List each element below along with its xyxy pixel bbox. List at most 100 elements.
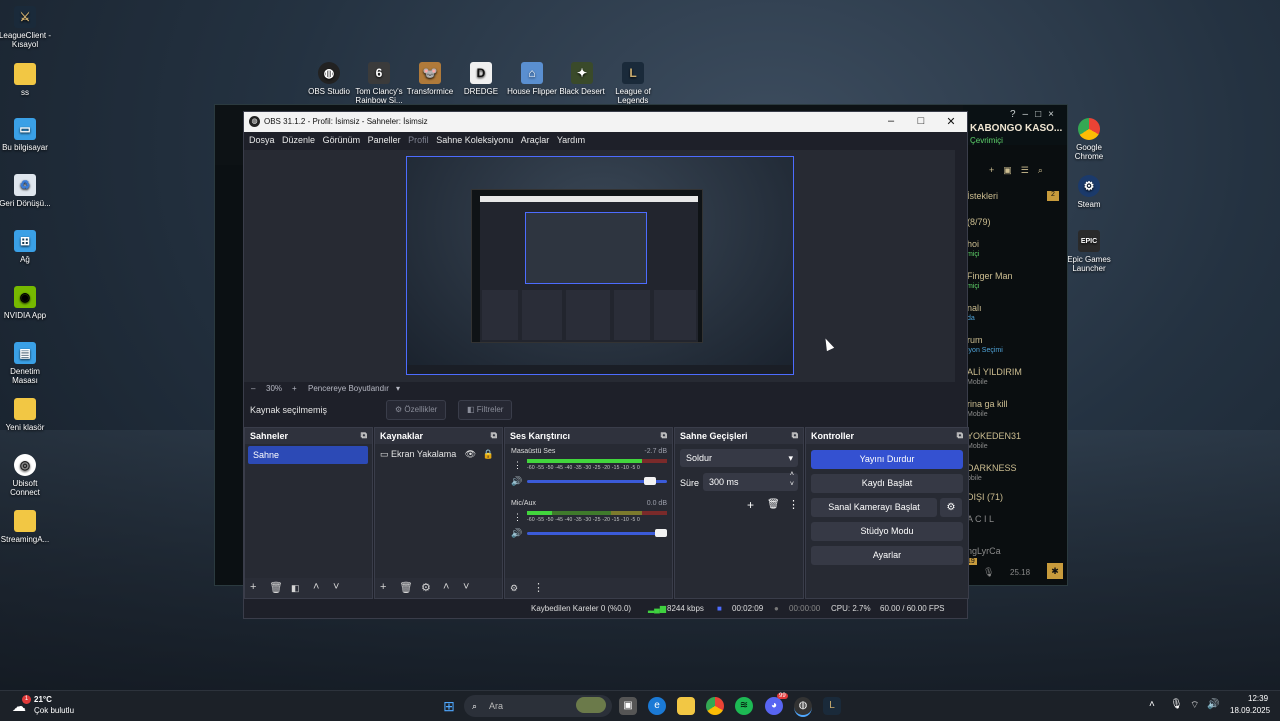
discord-icon[interactable]: ◕	[765, 697, 783, 715]
task-view-icon[interactable]: ▣	[619, 697, 637, 715]
gear-icon[interactable]: ⚙	[421, 581, 431, 594]
desktop-icon-rainbow-six[interactable]: 6 Tom Clancy's Rainbow Si...	[351, 62, 407, 105]
desktop-icon-black-desert[interactable]: ✦ Black Desert	[554, 62, 610, 96]
desktop-icon-chrome[interactable]: Google Chrome	[1061, 118, 1117, 161]
fit-to-window-button[interactable]: Pencereye Boyutlandır	[308, 384, 389, 393]
chevron-up-icon[interactable]: ˄	[443, 581, 449, 593]
properties-button[interactable]: ⚙ Özellikler	[386, 400, 447, 420]
obs-window[interactable]: ◍ OBS 31.1.2 - Profil: İsimsiz - Sahnele…	[243, 111, 969, 619]
filters-button[interactable]: ◧ Filtreler	[458, 400, 513, 420]
preview-area[interactable]	[244, 150, 955, 382]
chrome-icon[interactable]	[706, 697, 724, 715]
menu-docks[interactable]: Paneller	[368, 135, 401, 145]
obs-titlebar[interactable]: ◍ OBS 31.1.2 - Profil: İsimsiz - Sahnele…	[244, 112, 967, 132]
edge-icon[interactable]: e	[648, 697, 666, 715]
dock-float-icon[interactable]: ⧉	[957, 430, 963, 441]
speaker-icon[interactable]: 🔊	[511, 528, 522, 539]
friend-name[interactable]: ngLyrCa	[967, 546, 1001, 556]
desktop-icon-new-folder[interactable]: Yeni klasör	[0, 398, 53, 432]
menu-help[interactable]: Yardım	[557, 135, 585, 145]
menu-edit[interactable]: Düzenle	[282, 135, 315, 145]
friend-name[interactable]: ALİ YILDIRIM	[967, 367, 1022, 377]
chevron-down-icon[interactable]: ˅	[333, 581, 339, 593]
desktop-icon-streaming[interactable]: StreamingA...	[0, 510, 53, 544]
close-icon[interactable]: ✕	[941, 115, 961, 128]
network-icon[interactable]: ⌔	[1190, 699, 1199, 712]
kebab-menu-icon[interactable]: ⋮	[533, 581, 544, 594]
stop-streaming-button[interactable]: Yayını Durdur	[811, 450, 963, 469]
source-item[interactable]: ▭ Ekran Yakalama 👁 🔒	[380, 449, 494, 460]
desktop-icon-ss[interactable]: ss	[0, 63, 53, 97]
lock-icon[interactable]: 🔒	[483, 449, 494, 459]
obs-icon[interactable]: ◍	[794, 697, 812, 717]
stepper-icon[interactable]: ˄ ˅	[790, 470, 794, 490]
dock-float-icon[interactable]: ⧉	[361, 430, 367, 441]
league-window-controls[interactable]: ?–□×	[1010, 109, 1061, 120]
zoom-out-icon[interactable]: –	[251, 384, 255, 393]
friend-name[interactable]: YOKEDEN31	[967, 431, 1021, 441]
add-icon[interactable]: +	[747, 498, 754, 512]
studio-mode-button[interactable]: Stüdyo Modu	[811, 522, 963, 541]
desktop-icon-recycle-bin[interactable]: ♻ Geri Dönüşü...	[0, 174, 53, 208]
menu-profile[interactable]: Profil	[408, 135, 429, 145]
mic-icon[interactable]: 🎙	[1170, 699, 1183, 710]
chevron-down-icon[interactable]: ▾	[396, 384, 400, 393]
desktop-icon-ubisoft[interactable]: ◎ Ubisoft Connect	[0, 454, 53, 497]
friend-name[interactable]: rina ga kill	[967, 399, 1008, 409]
desktop-icon-house-flipper[interactable]: ⌂ House Flipper	[504, 62, 560, 96]
dock-float-icon[interactable]: ⧉	[792, 430, 798, 441]
trash-icon[interactable]: 🗑	[399, 581, 413, 594]
spotify-icon[interactable]: ≋	[735, 697, 753, 715]
kebab-menu-icon[interactable]: ⋮	[513, 460, 522, 471]
friend-name[interactable]: hoi	[967, 239, 979, 249]
add-icon[interactable]: +	[380, 581, 386, 593]
volume-slider[interactable]	[527, 529, 667, 537]
desktop-icon-steam[interactable]: ⚙ Steam	[1061, 175, 1117, 209]
maximize-icon[interactable]: □	[911, 115, 931, 127]
virtual-camera-settings-icon[interactable]: ⚙	[940, 498, 962, 517]
start-virtual-camera-button[interactable]: Sanal Kamerayı Başlat	[811, 498, 937, 517]
friend-name[interactable]: nalı	[967, 303, 982, 313]
friend-name[interactable]: A C I L	[967, 514, 994, 524]
chevron-up-icon[interactable]: ˄	[1149, 699, 1155, 710]
desktop-icon-epic[interactable]: EPIC Epic Games Launcher	[1061, 230, 1117, 273]
desktop-icon-leagueclient[interactable]: ⚔ LeagueClient - Kısayol	[0, 6, 53, 49]
kebab-menu-icon[interactable]: ⋮	[513, 512, 522, 523]
desktop-icon-obs[interactable]: ◍ OBS Studio	[301, 62, 357, 96]
mic-icon[interactable]: 🎙	[983, 567, 994, 578]
transition-select[interactable]: Soldur ▾	[680, 449, 798, 467]
league-icon[interactable]: L	[823, 697, 841, 715]
scene-item[interactable]: Sahne	[248, 446, 368, 464]
menu-tools[interactable]: Araçlar	[521, 135, 550, 145]
dock-float-icon[interactable]: ⧉	[491, 430, 497, 441]
chevron-down-icon[interactable]: ˅	[463, 581, 469, 593]
desktop-icon-nvidia[interactable]: ◉ NVIDIA App	[0, 286, 53, 320]
friend-name[interactable]: DARKNESS	[967, 463, 1017, 473]
desktop-icon-dredge[interactable]: D DREDGE	[453, 62, 509, 96]
desktop-icon-control-panel[interactable]: ▤ Denetim Masası	[0, 342, 53, 385]
desktop-icon-this-pc[interactable]: ▭ Bu bilgisayar	[0, 118, 53, 152]
volume-slider[interactable]	[527, 477, 667, 485]
kebab-menu-icon[interactable]: ⋮	[788, 498, 799, 511]
settings-button[interactable]: Ayarlar	[811, 546, 963, 565]
minimize-icon[interactable]: –	[881, 115, 901, 127]
clock-time[interactable]: 12:39	[1248, 694, 1268, 703]
desktop-icon-league[interactable]: L League of Legends	[605, 62, 661, 105]
zoom-in-icon[interactable]: +	[292, 384, 297, 393]
advanced-audio-icon[interactable]: ⚙	[510, 583, 518, 594]
league-social-icons[interactable]: +▣☰⌕	[989, 165, 1052, 176]
desktop-icon-network[interactable]: ⊞ Ağ	[0, 230, 53, 264]
friend-name[interactable]: Finger Man	[967, 271, 1013, 281]
menu-view[interactable]: Görünüm	[323, 135, 361, 145]
bug-report-icon[interactable]: ✱	[1047, 563, 1063, 579]
menu-scene-collection[interactable]: Sahne Koleksiyonu	[436, 135, 513, 145]
file-explorer-icon[interactable]	[677, 697, 695, 715]
trash-icon[interactable]: 🗑	[767, 499, 780, 510]
friend-name[interactable]: rum	[967, 335, 983, 345]
add-icon[interactable]: +	[250, 581, 256, 593]
start-recording-button[interactable]: Kaydı Başlat	[811, 474, 963, 493]
preview-canvas[interactable]	[406, 156, 794, 375]
desktop-icon-transformice[interactable]: 🐭 Transformice	[402, 62, 458, 96]
taskbar-search[interactable]: ⌕ Ara	[464, 695, 612, 717]
volume-icon[interactable]: 🔊	[1207, 699, 1219, 710]
